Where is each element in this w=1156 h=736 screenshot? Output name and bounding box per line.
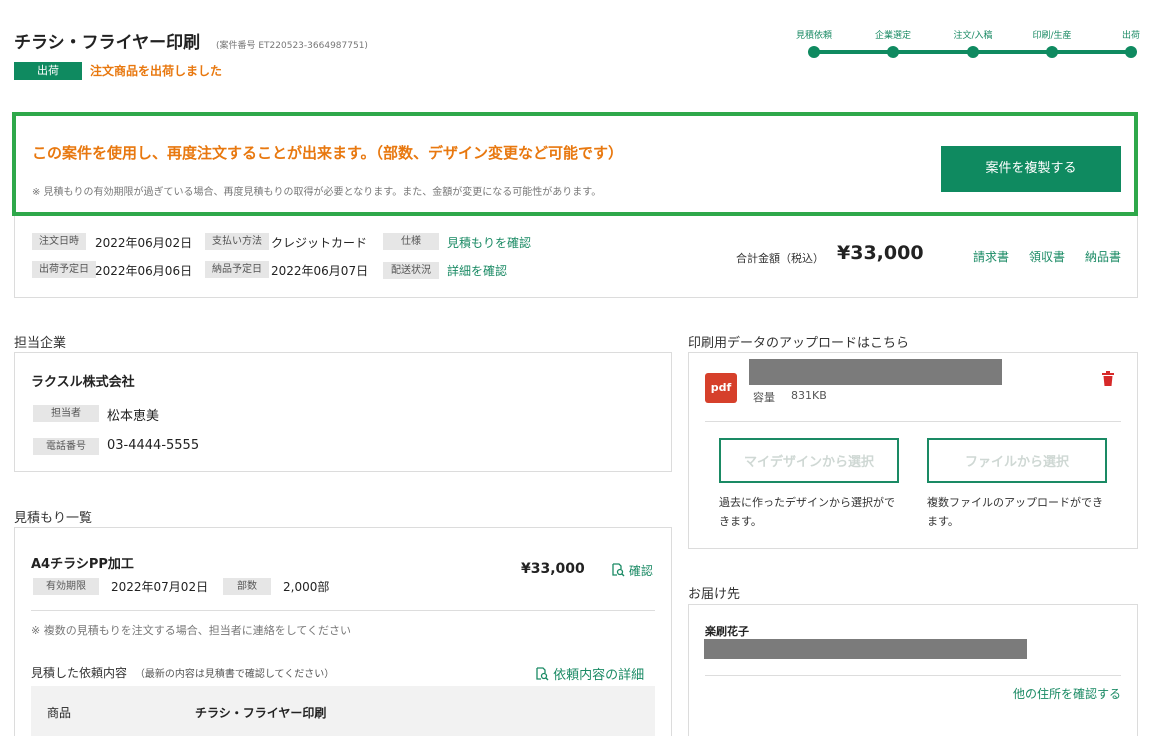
expiry-label: 有効期限: [33, 578, 99, 595]
step-label-3: 注文/入稿: [953, 31, 993, 41]
order-date: 2022年06月02日: [95, 236, 193, 250]
spec-label: 仕様: [383, 233, 439, 250]
reorder-headline: この案件を使用し、再度注文することが出来ます。（部数、デザイン変更など可能です）: [32, 144, 624, 162]
ship-date: 2022年06月06日: [95, 264, 193, 278]
step-dot-5: [1125, 46, 1137, 58]
estimate-confirm-label: 確認: [628, 564, 653, 578]
file-name-redacted: [749, 359, 1002, 385]
request-detail-link[interactable]: 依頼内容の詳細: [535, 664, 644, 683]
payment-label: 支払い方法: [205, 233, 269, 250]
upload-card: pdf 容量 831KB マイデザインから選択 過去に作ったデザインから選択がで…: [688, 352, 1138, 549]
reorder-note: ※ 見積もりの有効期限が過ぎている場合、再度見積もりの取得が必要となります。また…: [32, 187, 602, 198]
phone-number: 03-4444-5555: [107, 438, 200, 453]
expiry-date: 2022年07月02日: [111, 580, 209, 594]
shipping-detail-link[interactable]: 詳細を確認: [447, 262, 507, 279]
estimate-item-name: A4チラシPP加工: [31, 557, 134, 572]
address-redacted: [704, 639, 1027, 659]
estimate-divider: [31, 610, 655, 611]
my-design-select-button[interactable]: マイデザインから選択: [719, 438, 899, 483]
estimate-note: ※ 複数の見積もりを注文する場合、担当者に連絡をしてください: [31, 624, 352, 637]
delivery-divider: [705, 675, 1121, 676]
delivery-date: 2022年06月07日: [271, 264, 369, 278]
status-badge: 出荷: [14, 62, 82, 80]
step-label-2: 企業選定: [874, 31, 912, 41]
order-date-label: 注文日時: [32, 233, 86, 250]
invoice-link[interactable]: 請求書: [973, 248, 1009, 265]
company-section-title: 担当企業: [14, 336, 67, 351]
company-card: ラクスル株式会社 担当者 松本恵美 電話番号 03-4444-5555: [14, 352, 672, 472]
duplicate-case-button[interactable]: 案件を複製する: [941, 146, 1121, 192]
ship-date-label: 出荷予定日: [32, 261, 96, 278]
estimate-confirm-link[interactable]: 確認: [611, 562, 653, 579]
view-estimate-link[interactable]: 見積もりを確認: [447, 234, 531, 251]
upload-divider: [705, 421, 1121, 422]
upload-section-title: 印刷用データのアップロードはこちら: [688, 336, 910, 351]
request-title: 見積した依頼内容 （最新の内容は見積書で確認してください）: [31, 664, 334, 681]
file-size-label: 容量: [753, 391, 775, 404]
reorder-banner: この案件を使用し、再度注文することが出来ます。（部数、デザイン変更など可能です）…: [12, 112, 1138, 216]
quantity-value: 2,000部: [283, 580, 330, 594]
file-select-description: 複数ファイルのアップロードができます。: [927, 496, 1103, 528]
contact-label: 担当者: [33, 405, 99, 422]
status-message: 注文商品を出荷しました: [90, 64, 223, 78]
other-address-link[interactable]: 他の住所を確認する: [1013, 685, 1121, 702]
step-dot-3: [967, 46, 979, 58]
payment-method: クレジットカード: [271, 236, 368, 250]
case-number: (案件番号 ET220523-3664987751): [216, 41, 368, 51]
file-size: 831KB: [791, 389, 827, 402]
estimates-section-title: 見積もり一覧: [14, 511, 93, 526]
document-search-icon: [536, 667, 549, 681]
request-title-text: 見積した依頼内容: [31, 666, 128, 680]
shipping-status-label: 配送状況: [383, 262, 439, 279]
step-label-5: 出荷: [1121, 31, 1141, 41]
total-label: 合計金額（税込）: [736, 252, 824, 265]
request-table: 商品 チラシ・フライヤー印刷: [31, 686, 655, 736]
phone-label: 電話番号: [33, 438, 99, 455]
company-name: ラクスル株式会社: [31, 375, 135, 390]
delivery-date-label: 納品予定日: [205, 261, 269, 278]
request-detail-label: 依頼内容の詳細: [553, 668, 645, 683]
delivery-section-title: お届け先: [688, 587, 741, 602]
product-value: チラシ・フライヤー印刷: [195, 706, 327, 720]
my-design-description: 過去に作ったデザインから選択ができます。: [719, 496, 895, 528]
file-select-button[interactable]: ファイルから選択: [927, 438, 1107, 483]
step-label-1: 見積依頼: [795, 31, 833, 41]
estimate-price: ¥33,000: [521, 561, 585, 577]
step-dot-2: [887, 46, 899, 58]
step-label-4: 印刷/生産: [1032, 31, 1072, 41]
delete-file-button[interactable]: [1101, 371, 1117, 387]
page-title: チラシ・フライヤー印刷: [14, 33, 201, 53]
contact-name: 松本恵美: [107, 409, 160, 424]
quantity-label: 部数: [223, 578, 271, 595]
recipient-name: 楽刷花子: [705, 625, 749, 638]
receipt-link[interactable]: 領収書: [1029, 248, 1065, 265]
total-amount: ¥33,000: [837, 242, 924, 264]
order-summary-card: 注文日時 2022年06月02日 支払い方法 クレジットカード 仕様 見積もりを…: [14, 216, 1138, 298]
step-dot-4: [1046, 46, 1058, 58]
estimates-card: A4チラシPP加工 有効期限 2022年07月02日 部数 2,000部 ¥33…: [14, 527, 672, 736]
trash-icon: [1102, 371, 1114, 386]
step-dot-1: [808, 46, 820, 58]
product-label: 商品: [47, 706, 72, 720]
delivery-slip-link[interactable]: 納品書: [1085, 248, 1121, 265]
delivery-card: 楽刷花子 他の住所を確認する: [688, 604, 1138, 736]
request-hint: （最新の内容は見積書で確認してください）: [134, 669, 335, 680]
pdf-file-icon: pdf: [705, 373, 737, 403]
document-search-icon: [612, 563, 625, 577]
